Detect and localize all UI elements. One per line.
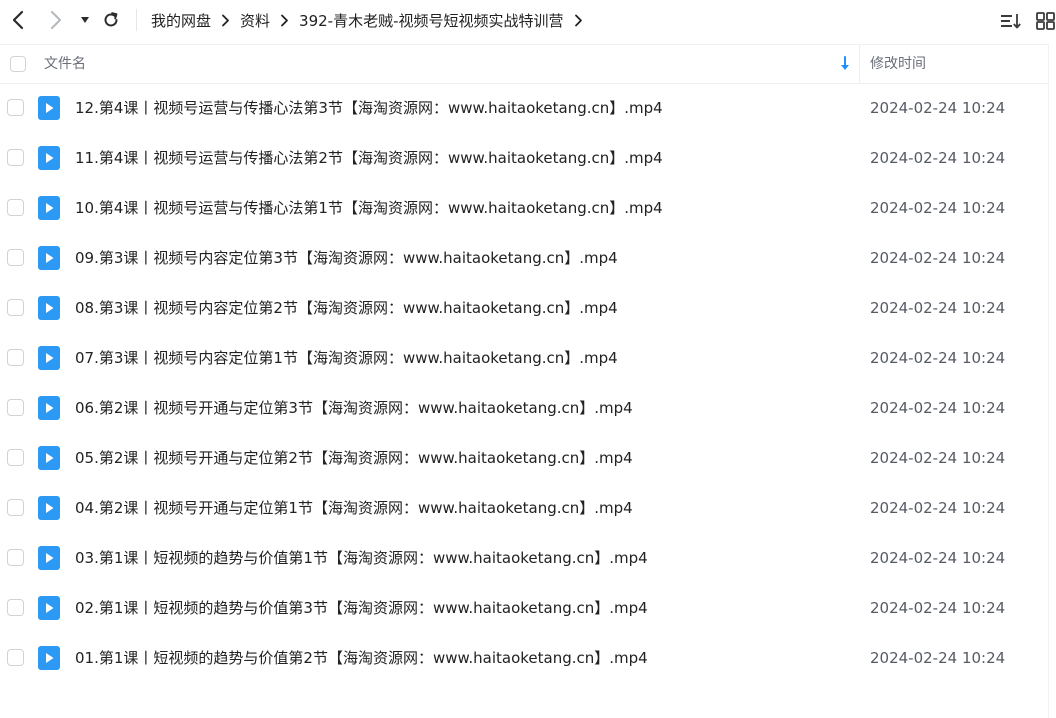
row-checkbox[interactable]: [7, 299, 24, 316]
video-file-icon: [38, 296, 60, 320]
row-checkbox[interactable]: [7, 599, 24, 616]
video-file-icon: [38, 596, 60, 620]
file-modified-time: 2024-02-24 10:24: [870, 499, 1006, 517]
file-modified-time: 2024-02-24 10:24: [870, 99, 1006, 117]
file-name[interactable]: 10.第4课丨视频号运营与传播心法第1节【海淘资源网：www.haitaoket…: [75, 183, 663, 233]
file-modified-time: 2024-02-24 10:24: [870, 149, 1006, 167]
scrollbar-track[interactable]: [1048, 44, 1056, 718]
row-checkbox[interactable]: [7, 649, 24, 666]
file-modified-time: 2024-02-24 10:24: [870, 349, 1006, 367]
column-header-modified[interactable]: 修改时间: [870, 45, 926, 83]
file-list-header: 文件名 修改时间: [0, 44, 1048, 84]
video-file-icon: [38, 246, 60, 270]
file-row[interactable]: 07.第3课丨视频号内容定位第1节【海淘资源网：www.haitaoketang…: [0, 333, 1048, 383]
file-name[interactable]: 05.第2课丨视频号开通与定位第2节【海淘资源网：www.haitaoketan…: [75, 433, 633, 483]
file-list: 12.第4课丨视频号运营与传播心法第3节【海淘资源网：www.haitaoket…: [0, 83, 1048, 683]
file-name[interactable]: 03.第1课丨短视频的趋势与价值第1节【海淘资源网：www.haitaoketa…: [75, 533, 648, 583]
select-all-checkbox[interactable]: [10, 56, 26, 72]
file-row[interactable]: 08.第3课丨视频号内容定位第2节【海淘资源网：www.haitaoketang…: [0, 283, 1048, 333]
video-file-icon: [38, 146, 60, 170]
back-button[interactable]: [6, 6, 30, 34]
sort-button[interactable]: [999, 8, 1023, 34]
file-row[interactable]: 12.第4课丨视频号运营与传播心法第3节【海淘资源网：www.haitaoket…: [0, 83, 1048, 133]
video-file-icon: [38, 346, 60, 370]
file-name[interactable]: 09.第3课丨视频号内容定位第3节【海淘资源网：www.haitaoketang…: [75, 233, 618, 283]
toolbar-divider: [136, 9, 137, 31]
toolbar: 我的网盘 资料 392-青木老贼-视频号短视频实战特训营: [0, 0, 1056, 40]
caret-down-icon: [81, 17, 89, 23]
video-file-icon: [38, 646, 60, 670]
row-checkbox[interactable]: [7, 499, 24, 516]
refresh-button[interactable]: [100, 6, 122, 34]
file-modified-time: 2024-02-24 10:24: [870, 449, 1006, 467]
row-checkbox[interactable]: [7, 349, 24, 366]
grid-view-button[interactable]: [1034, 8, 1056, 34]
file-row[interactable]: 03.第1课丨短视频的趋势与价值第1节【海淘资源网：www.haitaoketa…: [0, 533, 1048, 583]
row-checkbox[interactable]: [7, 149, 24, 166]
file-name[interactable]: 11.第4课丨视频号运营与传播心法第2节【海淘资源网：www.haitaoket…: [75, 133, 663, 183]
row-checkbox[interactable]: [7, 199, 24, 216]
column-header-name[interactable]: 文件名: [44, 45, 86, 83]
row-checkbox[interactable]: [7, 249, 24, 266]
forward-button[interactable]: [45, 6, 67, 34]
video-file-icon: [38, 546, 60, 570]
breadcrumb-item-current-folder[interactable]: 392-青木老贼-视频号短视频实战特训营: [299, 10, 563, 31]
breadcrumb: 我的网盘 资料 392-青木老贼-视频号短视频实战特训营: [151, 0, 593, 40]
file-name[interactable]: 04.第2课丨视频号开通与定位第1节【海淘资源网：www.haitaoketan…: [75, 483, 633, 533]
row-checkbox[interactable]: [7, 549, 24, 566]
sort-down-arrow-icon[interactable]: [838, 55, 852, 73]
chevron-right-icon: [211, 0, 240, 40]
file-row[interactable]: 05.第2课丨视频号开通与定位第2节【海淘资源网：www.haitaoketan…: [0, 433, 1048, 483]
row-checkbox[interactable]: [7, 99, 24, 116]
row-checkbox[interactable]: [7, 449, 24, 466]
sort-list-icon: [1001, 14, 1021, 29]
row-checkbox[interactable]: [7, 399, 24, 416]
file-modified-time: 2024-02-24 10:24: [870, 549, 1006, 567]
video-file-icon: [38, 446, 60, 470]
file-modified-time: 2024-02-24 10:24: [870, 249, 1006, 267]
file-name[interactable]: 12.第4课丨视频号运营与传播心法第3节【海淘资源网：www.haitaoket…: [75, 83, 663, 133]
breadcrumb-item-my-drive[interactable]: 我的网盘: [151, 10, 211, 31]
file-row[interactable]: 04.第2课丨视频号开通与定位第1节【海淘资源网：www.haitaoketan…: [0, 483, 1048, 533]
video-file-icon: [38, 96, 60, 120]
file-modified-time: 2024-02-24 10:24: [870, 399, 1006, 417]
breadcrumb-item-materials[interactable]: 资料: [240, 10, 270, 31]
refresh-icon: [104, 12, 118, 27]
grid-view-icon: [1036, 12, 1055, 30]
file-modified-time: 2024-02-24 10:24: [870, 199, 1006, 217]
file-modified-time: 2024-02-24 10:24: [870, 599, 1006, 617]
video-file-icon: [38, 396, 60, 420]
chevron-right-icon: [51, 11, 61, 29]
file-row[interactable]: 02.第1课丨短视频的趋势与价值第3节【海淘资源网：www.haitaoketa…: [0, 583, 1048, 633]
chevron-right-icon: [270, 0, 299, 40]
file-row[interactable]: 09.第3课丨视频号内容定位第3节【海淘资源网：www.haitaoketang…: [0, 233, 1048, 283]
file-row[interactable]: 01.第1课丨短视频的趋势与价值第2节【海淘资源网：www.haitaoketa…: [0, 633, 1048, 683]
chevron-left-icon: [12, 10, 24, 30]
history-dropdown-button[interactable]: [78, 6, 92, 34]
video-file-icon: [38, 496, 60, 520]
file-name[interactable]: 07.第3课丨视频号内容定位第1节【海淘资源网：www.haitaoketang…: [75, 333, 618, 383]
chevron-right-icon[interactable]: [564, 0, 593, 40]
column-divider[interactable]: [859, 45, 860, 83]
file-name[interactable]: 08.第3课丨视频号内容定位第2节【海淘资源网：www.haitaoketang…: [75, 283, 618, 333]
file-row[interactable]: 06.第2课丨视频号开通与定位第3节【海淘资源网：www.haitaoketan…: [0, 383, 1048, 433]
file-name[interactable]: 06.第2课丨视频号开通与定位第3节【海淘资源网：www.haitaoketan…: [75, 383, 633, 433]
file-row[interactable]: 11.第4课丨视频号运营与传播心法第2节【海淘资源网：www.haitaoket…: [0, 133, 1048, 183]
video-file-icon: [38, 196, 60, 220]
file-modified-time: 2024-02-24 10:24: [870, 299, 1006, 317]
file-row[interactable]: 10.第4课丨视频号运营与传播心法第1节【海淘资源网：www.haitaoket…: [0, 183, 1048, 233]
file-name[interactable]: 02.第1课丨短视频的趋势与价值第3节【海淘资源网：www.haitaoketa…: [75, 583, 648, 633]
file-modified-time: 2024-02-24 10:24: [870, 649, 1006, 667]
file-name[interactable]: 01.第1课丨短视频的趋势与价值第2节【海淘资源网：www.haitaoketa…: [75, 633, 648, 683]
